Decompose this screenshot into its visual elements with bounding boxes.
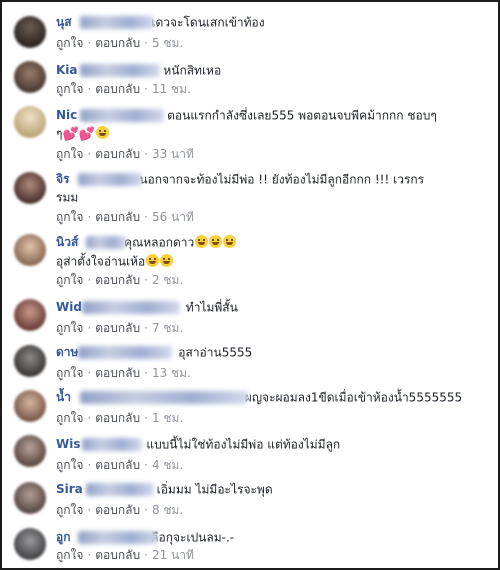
comment-text: ทำไมพี่สั้น bbox=[185, 300, 238, 315]
avatar[interactable] bbox=[14, 172, 46, 204]
reply-link[interactable]: ตอบกลับ bbox=[95, 147, 140, 161]
commenter-name[interactable]: Sira bbox=[56, 482, 154, 497]
commenter-name[interactable]: Kia bbox=[56, 63, 160, 78]
comment-text: ตอนแรกกำลังซึ่งเลย555 พอตอนจบพีคม้ากกก ช… bbox=[167, 108, 437, 123]
timestamp[interactable]: 33 นาที bbox=[152, 147, 194, 161]
like-link[interactable]: ถูกใจ bbox=[56, 321, 83, 335]
timestamp[interactable]: 56 นาที bbox=[152, 210, 194, 224]
reply-link[interactable]: ตอบกลับ bbox=[95, 273, 140, 287]
commenter-name[interactable]: Wid bbox=[56, 300, 182, 315]
commenter-name[interactable]: นิวส์ bbox=[56, 235, 126, 250]
comment-text: คือกุจะเปนลม-.- bbox=[150, 530, 235, 545]
avatar[interactable] bbox=[14, 106, 46, 138]
reply-link[interactable]: ตอบกลับ bbox=[95, 411, 140, 425]
like-link[interactable]: ถูกใจ bbox=[56, 210, 83, 224]
smiling-face-icon bbox=[146, 254, 160, 267]
comment-text: เดวจะโดนเสกเข้าท้อง bbox=[151, 15, 265, 30]
reply-link[interactable]: ตอบกลับ bbox=[95, 210, 140, 224]
comment-text-continued: รมม bbox=[56, 190, 79, 205]
reply-link[interactable]: ตอบกลับ bbox=[95, 321, 140, 335]
commenter-name[interactable]: Nic bbox=[56, 108, 164, 123]
like-link[interactable]: ถูกใจ bbox=[56, 147, 83, 161]
reply-link[interactable]: ตอบกลับ bbox=[95, 548, 140, 562]
reply-link[interactable]: ตอบกลับ bbox=[95, 458, 140, 472]
reply-link[interactable]: ตอบกลับ bbox=[95, 82, 140, 96]
grinning-face-icon bbox=[160, 254, 174, 267]
comment-text: หนักสิทเหอ bbox=[163, 63, 222, 78]
comment-text-continued: อุส่าตั้งใจอ่านเห้อ bbox=[56, 254, 146, 269]
commenter-name[interactable]: ดาษ bbox=[56, 345, 174, 360]
comment-text: ผญจะผอมลง1ขีดเมื่อเข้าห้องน้ำ5555555 bbox=[244, 390, 463, 405]
timestamp[interactable]: 7 ชม. bbox=[152, 321, 183, 335]
like-link[interactable]: ถูกใจ bbox=[56, 503, 83, 517]
commenter-name[interactable]: น้ำ bbox=[56, 390, 248, 405]
like-link[interactable]: ถูกใจ bbox=[56, 458, 83, 472]
timestamp[interactable]: 4 ชม. bbox=[152, 458, 183, 472]
comment-text: นอกจากจะท้องไม่มีพ่อ !! ยังท้องไม่มีลูกอ… bbox=[139, 172, 425, 187]
reply-link[interactable]: ตอบกลับ bbox=[95, 366, 140, 380]
commenter-name[interactable]: จิร bbox=[56, 172, 142, 187]
timestamp[interactable]: 5 ชม. bbox=[152, 36, 183, 50]
avatar[interactable] bbox=[14, 16, 46, 48]
comment-text: แบบนี้ไม่ใช่ท้องไม่มีพ่อ แต่ท้องไม่มีลูก bbox=[146, 437, 341, 452]
comment-text: เอิ่มมม ไม่มีอะไรจะพุด bbox=[156, 482, 273, 497]
laughing-face-icon bbox=[209, 235, 223, 248]
commenter-name[interactable]: อูก bbox=[56, 530, 158, 545]
heart-eyes-icon: 💕 bbox=[78, 127, 95, 142]
avatar[interactable] bbox=[14, 435, 46, 467]
commenter-name[interactable]: นุส bbox=[56, 15, 154, 30]
timestamp[interactable]: 2 ชม. bbox=[152, 273, 183, 287]
like-link[interactable]: ถูกใจ bbox=[56, 548, 83, 562]
avatar[interactable] bbox=[14, 390, 46, 422]
laughing-face-icon bbox=[195, 235, 209, 248]
avatar[interactable] bbox=[14, 299, 46, 331]
avatar[interactable] bbox=[14, 61, 46, 93]
comment-text: อุสาอ่าน5555 bbox=[178, 345, 253, 360]
heart-eyes-icon: 💕 bbox=[62, 127, 79, 142]
timestamp[interactable]: 11 ชม. bbox=[152, 82, 191, 96]
like-link[interactable]: ถูกใจ bbox=[56, 366, 83, 380]
grinning-face-icon bbox=[95, 126, 109, 139]
reply-link[interactable]: ตอบกลับ bbox=[95, 36, 140, 50]
timestamp[interactable]: 8 ชม. bbox=[152, 503, 183, 517]
comment-list: นุส เดวจะโดนเสกเข้าท้อง ถูกใจ · ตอบกลับ · 5 … bbox=[0, 0, 500, 570]
avatar[interactable] bbox=[14, 482, 46, 514]
like-link[interactable]: ถูกใจ bbox=[56, 82, 83, 96]
commenter-name[interactable]: Wis bbox=[56, 437, 143, 452]
timestamp[interactable]: 21 นาที bbox=[152, 548, 194, 562]
timestamp[interactable]: 13 ชม. bbox=[152, 366, 191, 380]
timestamp[interactable]: 1 ชม. bbox=[152, 411, 183, 425]
avatar[interactable] bbox=[14, 528, 46, 560]
reply-link[interactable]: ตอบกลับ bbox=[95, 503, 140, 517]
like-link[interactable]: ถูกใจ bbox=[56, 411, 83, 425]
comment-text: คุณหลอกดาว bbox=[124, 235, 195, 250]
like-link[interactable]: ถูกใจ bbox=[56, 273, 83, 287]
like-link[interactable]: ถูกใจ bbox=[56, 36, 83, 50]
avatar[interactable] bbox=[14, 234, 46, 266]
avatar[interactable] bbox=[14, 345, 46, 377]
laughing-face-icon bbox=[223, 235, 237, 248]
